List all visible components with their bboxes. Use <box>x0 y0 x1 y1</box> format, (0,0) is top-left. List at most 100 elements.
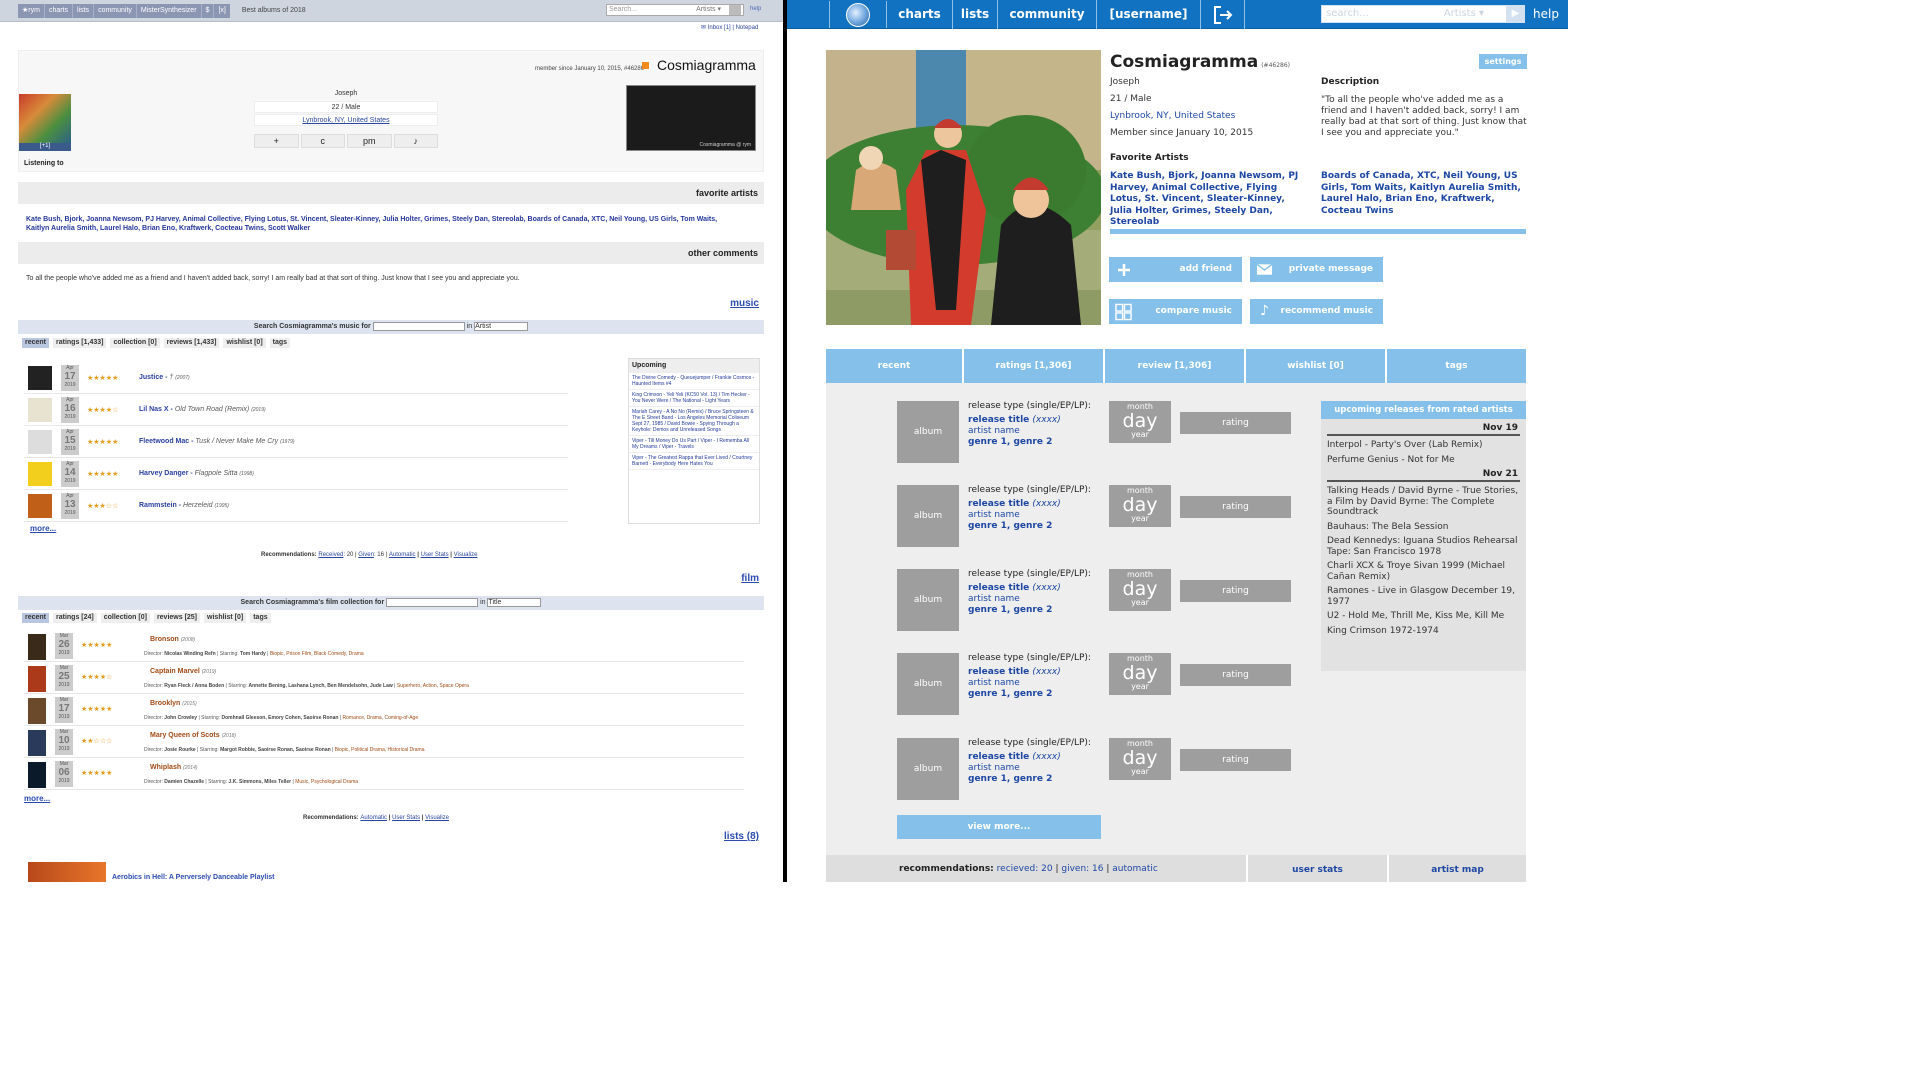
add-friend-button[interactable]: + <box>254 134 299 148</box>
site-logo[interactable] <box>829 1 887 28</box>
tab-wishlist[interactable]: wishlist [0] <box>1246 349 1387 383</box>
favorite-artists-list[interactable]: Kate Bush, Bjork, Joanna Newsom, PJ Harv… <box>26 215 741 233</box>
music-row[interactable]: Apr 13 2019 ★★★☆☆ Rammstein - Herzeleid (199… <box>24 490 568 522</box>
upcoming-release[interactable]: Perfume Genius - Not for Me <box>1327 455 1520 466</box>
film-link[interactable]: film <box>741 573 759 584</box>
search-input[interactable]: Search... Artists ▾ <box>606 4 744 16</box>
world-map[interactable]: Cosmiagramma @ rym <box>626 85 756 151</box>
tab-ratings[interactable]: ratings [1,306] <box>964 349 1105 383</box>
film-search-scope[interactable]: Title <box>487 597 542 607</box>
automatic-link[interactable]: Automatic <box>389 552 416 558</box>
film-tab-reviews[interactable]: reviews [25] <box>153 613 201 623</box>
film-tab-recent[interactable]: recent <box>22 613 50 623</box>
genre-links[interactable]: genre 1, genre 2 <box>968 774 1052 784</box>
tab-recent[interactable]: recent <box>22 338 50 348</box>
film-row[interactable]: Mar 25 2019 ★★★★☆ Captain Marvel (2019) Direc… <box>24 662 744 694</box>
favorite-artists-list-2[interactable]: Boards of Canada, XTC, Neil Young, US Gi… <box>1321 171 1526 217</box>
film-row[interactable]: Mar 17 2019 ★★★★★ Brooklyn (2015) Director: J… <box>24 694 744 726</box>
release-title-link[interactable]: release title (xxxx) <box>968 583 1061 593</box>
received-link[interactable]: Received <box>318 552 343 558</box>
film-poster[interactable] <box>28 762 46 788</box>
upcoming-entry[interactable]: King Crimson - Yeli Yeli (KC50 Vol. 13) … <box>629 390 759 407</box>
upcoming-release[interactable]: Talking Heads / David Byrne - True Stori… <box>1327 486 1520 518</box>
upcoming-entry[interactable]: Mariah Carey - A No No (Remix) / Bruce S… <box>629 407 759 436</box>
film-tab-wishlist[interactable]: wishlist [0] <box>204 613 247 623</box>
album-cover[interactable] <box>28 365 52 390</box>
release-link[interactable]: Lil Nas X - Old Town Road (Remix) (2019) <box>139 406 266 413</box>
upcoming-entry[interactable]: Viper - The Greatest Rappa that Ever Liv… <box>629 453 759 470</box>
user-stats-link[interactable]: User Stats <box>421 552 449 558</box>
recommend-music-button[interactable]: ♪ recommend music <box>1250 299 1383 324</box>
film-title-link[interactable]: Brooklyn (2015) <box>150 700 197 707</box>
pm-button[interactable]: pm <box>347 134 392 148</box>
private-message-button[interactable]: private message <box>1250 257 1383 282</box>
film-poster[interactable] <box>28 698 46 724</box>
music-button[interactable]: ♪ <box>393 134 438 148</box>
music-link[interactable]: music <box>730 298 759 309</box>
album-cover-placeholder[interactable]: album <box>897 569 959 631</box>
album-cover[interactable] <box>28 429 52 454</box>
tab-reviews[interactable]: review [1,306] <box>1105 349 1246 383</box>
artist-map-button[interactable]: artist map <box>1387 855 1526 882</box>
upcoming-release[interactable]: King Crimson 1972-1974 <box>1327 626 1520 637</box>
film-tab-ratings[interactable]: ratings [24] <box>53 613 97 623</box>
inbox-link[interactable]: ✉ Inbox [1] | Notepad <box>701 24 758 31</box>
profile-artwork[interactable] <box>826 50 1101 325</box>
artwork-caption[interactable]: [+1] <box>19 143 71 151</box>
rss-icon[interactable] <box>642 62 649 69</box>
upcoming-release[interactable]: Ramones - Live in Glasgow December 19, 1… <box>1327 586 1520 607</box>
artist-name-link[interactable]: artist name <box>968 510 1020 520</box>
nav-community[interactable]: community <box>998 0 1097 29</box>
nav-home[interactable]: ★rym <box>18 3 45 18</box>
lists-link[interactable]: lists (8) <box>724 831 759 842</box>
tab-recent[interactable]: recent <box>826 349 964 383</box>
nav-username[interactable]: [username] <box>1097 0 1201 29</box>
compare-button[interactable]: c <box>300 134 345 148</box>
album-cover[interactable] <box>28 493 52 518</box>
release-title-link[interactable]: release title (xxxx) <box>968 415 1061 425</box>
tab-tags[interactable]: tags <box>269 338 291 348</box>
film-row[interactable]: Mar 10 2019 ★★☆☆☆ Mary Queen of Scots (2018)… <box>24 726 744 758</box>
film-more-link[interactable]: more... <box>24 794 50 803</box>
playlist-thumbnail[interactable] <box>28 862 106 882</box>
logout-button[interactable] <box>1201 0 1245 29</box>
tab-ratings[interactable]: ratings [1,433] <box>53 338 107 348</box>
film-search-input[interactable] <box>386 597 479 607</box>
search-input[interactable]: search... Artists ▾ <box>1321 5 1509 23</box>
nav-user[interactable]: MisterSynthesizer <box>137 3 202 18</box>
music-more-link[interactable]: more... <box>30 524 56 533</box>
nav-charts[interactable]: charts <box>45 3 73 18</box>
film-title-link[interactable]: Mary Queen of Scots (2018) <box>150 732 236 739</box>
film-poster[interactable] <box>28 634 46 660</box>
profile-artwork[interactable] <box>19 94 71 146</box>
genre-links[interactable]: genre 1, genre 2 <box>968 605 1052 615</box>
nav-charts[interactable]: charts <box>887 0 953 29</box>
tab-collection[interactable]: collection [0] <box>110 338 160 348</box>
upcoming-release[interactable]: Dead Kennedys: Iguana Studios Rehearsal … <box>1327 536 1520 557</box>
film-poster[interactable] <box>28 666 46 692</box>
release-title-link[interactable]: release title (xxxx) <box>968 499 1061 509</box>
film-tab-tags[interactable]: tags <box>250 613 271 623</box>
release-link[interactable]: Rammstein - Herzeleid (1995) <box>139 502 229 509</box>
upcoming-entry[interactable]: The Divine Comedy - Queuejumper / Franki… <box>629 373 759 390</box>
tab-tags[interactable]: tags <box>1387 349 1526 383</box>
album-cover-placeholder[interactable]: album <box>897 738 959 800</box>
help-link[interactable]: help <box>750 6 761 12</box>
film-row[interactable]: Mar 26 2019 ★★★★★ Bronson (2008) Director: Ni… <box>24 630 744 662</box>
tab-reviews[interactable]: reviews [1,433] <box>163 338 220 348</box>
upcoming-release[interactable]: U2 - Hold Me, Thrill Me, Kiss Me, Kill M… <box>1327 611 1520 622</box>
music-row[interactable]: Apr 16 2019 ★★★★☆ Lil Nas X - Old Town Road … <box>24 394 568 426</box>
release-link[interactable]: Harvey Danger - Flagpole Sitta (1998) <box>139 470 254 477</box>
nav-dollar[interactable]: $ <box>202 3 215 18</box>
album-cover[interactable] <box>28 461 52 486</box>
genre-links[interactable]: genre 1, genre 2 <box>968 437 1052 447</box>
artist-name-link[interactable]: artist name <box>968 678 1020 688</box>
given-link[interactable]: given: 16 <box>1061 864 1103 874</box>
nav-lists[interactable]: lists <box>953 0 998 29</box>
help-link[interactable]: help <box>1533 0 1559 29</box>
music-row[interactable]: Apr 14 2019 ★★★★★ Harvey Danger - Flagpole S… <box>24 458 568 490</box>
album-cover[interactable] <box>28 397 52 422</box>
visualize-link[interactable]: Visualize <box>454 552 478 558</box>
upcoming-release[interactable]: Interpol - Party's Over (Lab Remix) <box>1327 440 1520 451</box>
film-poster[interactable] <box>28 730 46 756</box>
